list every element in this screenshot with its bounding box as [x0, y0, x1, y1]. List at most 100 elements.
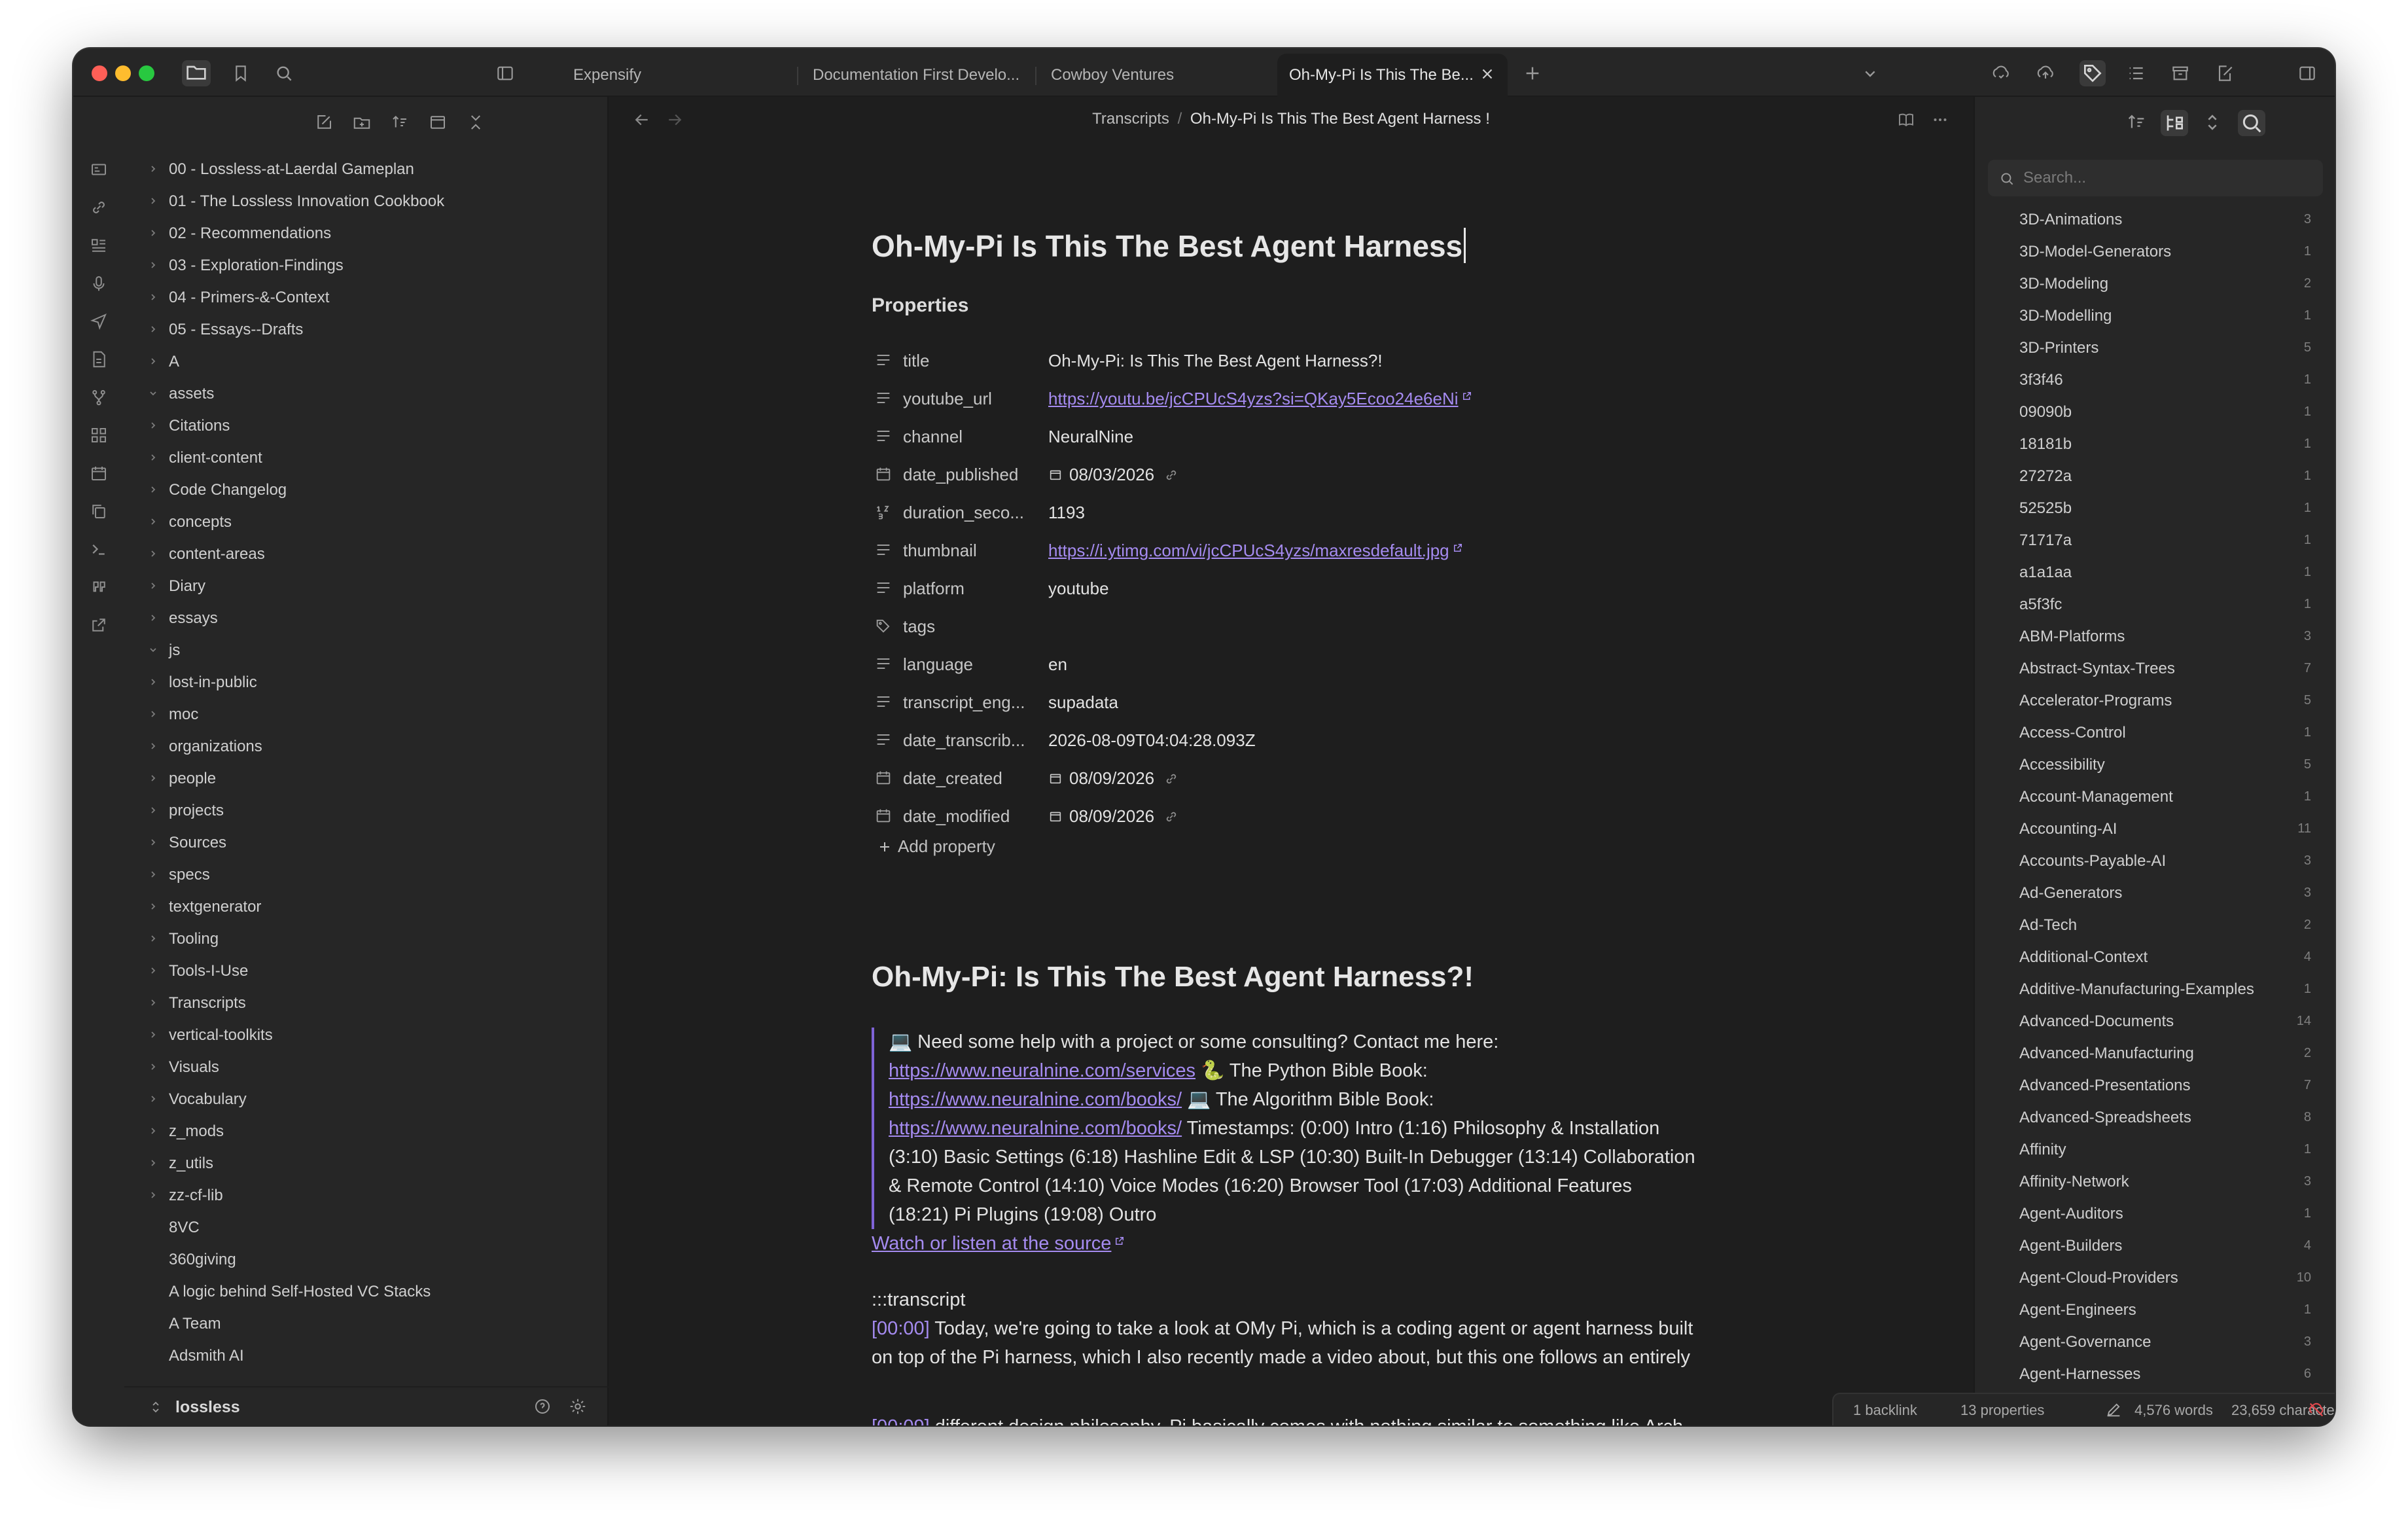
folder-item[interactable]: z_utils: [124, 1147, 609, 1179]
folder-item[interactable]: concepts: [124, 506, 609, 538]
property-value[interactable]: 1193: [1048, 503, 1085, 523]
chevron-right-icon[interactable]: [148, 1062, 158, 1072]
daily-note-link-icon[interactable]: [1163, 467, 1179, 483]
property-key[interactable]: transcript_eng...: [903, 692, 1025, 713]
chevron-right-icon[interactable]: [148, 324, 158, 334]
tag-item[interactable]: 27272a 1: [1975, 461, 2335, 493]
inline-title[interactable]: Oh-My-Pi Is This The Best Agent Harness: [872, 228, 1466, 264]
folder-item[interactable]: Vocabulary: [124, 1083, 609, 1115]
chevron-right-icon[interactable]: [148, 260, 158, 270]
folder-item[interactable]: Tools-I-Use: [124, 955, 609, 987]
tab-cowboy-ventures[interactable]: Cowboy Ventures: [1043, 54, 1266, 97]
chevron-right-icon[interactable]: [148, 228, 158, 238]
chevron-down-icon[interactable]: [148, 388, 158, 399]
tag-item[interactable]: Advanced-Documents 14: [1975, 1006, 2335, 1038]
folder-item[interactable]: people: [124, 762, 609, 795]
tag-item[interactable]: Advanced-Manufacturing 2: [1975, 1038, 2335, 1070]
tag-item[interactable]: Abstract-Syntax-Trees 7: [1975, 653, 2335, 685]
calendar-icon[interactable]: [89, 463, 109, 483]
tag-item[interactable]: Accounts-Payable-AI 3: [1975, 846, 2335, 878]
new-note-icon[interactable]: [314, 113, 334, 132]
tag-item[interactable]: Ad-Generators 3: [1975, 878, 2335, 910]
property-key[interactable]: youtube_url: [903, 389, 992, 409]
property-value[interactable]: NeuralNine: [1048, 427, 1133, 447]
edit-mode-icon[interactable]: [2104, 1401, 2123, 1419]
property-value[interactable]: 08/09/2026: [1048, 806, 1179, 827]
folder-item[interactable]: moc: [124, 698, 609, 730]
timestamp[interactable]: [00:00]: [872, 1318, 930, 1339]
property-link[interactable]: https://i.ytimg.com/vi/jcCPUcS4yzs/maxre…: [1048, 541, 1449, 560]
property-value[interactable]: 2026-08-09T04:04:28.093Z: [1048, 730, 1256, 751]
chevron-right-icon[interactable]: [148, 1094, 158, 1104]
date-picker-icon[interactable]: [1048, 771, 1063, 785]
folder-item[interactable]: Tooling: [124, 923, 609, 955]
collapse-all-icon[interactable]: [466, 113, 486, 132]
tag-item[interactable]: ABM-Platforms 3: [1975, 621, 2335, 653]
chevron-right-icon[interactable]: [148, 548, 158, 559]
property-key[interactable]: date_published: [903, 465, 1018, 485]
tag-item[interactable]: a1a1aa 1: [1975, 557, 2335, 589]
toggle-left-sidebar-icon[interactable]: [495, 63, 516, 84]
folder-item[interactable]: Visuals: [124, 1051, 609, 1083]
folder-item[interactable]: client-content: [124, 442, 609, 474]
folder-item[interactable]: projects: [124, 795, 609, 827]
chevron-right-icon[interactable]: [148, 164, 158, 174]
tag-item[interactable]: 71717a 1: [1975, 525, 2335, 557]
property-value[interactable]: https://i.ytimg.com/vi/jcCPUcS4yzs/maxre…: [1048, 541, 1464, 561]
reading-mode-icon[interactable]: [1896, 110, 1916, 130]
tag-item[interactable]: 3f3f46 1: [1975, 365, 2335, 397]
folder-item[interactable]: Diary: [124, 570, 609, 602]
terminal-icon[interactable]: [89, 539, 109, 559]
folder-item[interactable]: 04 - Primers-&-Context: [124, 281, 609, 313]
template-icon[interactable]: [89, 349, 109, 369]
tag-item[interactable]: 09090b 1: [1975, 397, 2335, 429]
tag-item[interactable]: 3D-Modeling 2: [1975, 268, 2335, 300]
date-picker-icon[interactable]: [1048, 467, 1063, 482]
file-item[interactable]: 360giving: [124, 1244, 609, 1276]
properties-heading[interactable]: Properties: [872, 295, 968, 317]
breadcrumb-current[interactable]: Oh-My-Pi Is This The Best Agent Harness …: [1190, 110, 1490, 128]
folder-item[interactable]: js: [124, 634, 609, 666]
new-tab-icon[interactable]: [1522, 63, 1543, 84]
tag-item[interactable]: 3D-Modelling 1: [1975, 300, 2335, 332]
tag-item[interactable]: Access-Control 1: [1975, 717, 2335, 749]
chevron-right-icon[interactable]: [148, 901, 158, 912]
auto-reveal-icon[interactable]: [428, 113, 448, 132]
property-key[interactable]: platform: [903, 579, 965, 599]
folder-item[interactable]: specs: [124, 859, 609, 891]
callout-link-services[interactable]: https://www.neuralnine.com/services: [889, 1060, 1195, 1081]
folder-item[interactable]: Transcripts: [124, 987, 609, 1019]
calendar-icon[interactable]: [874, 465, 893, 483]
chevron-down-icon[interactable]: [148, 645, 158, 655]
property-key[interactable]: channel: [903, 427, 963, 447]
tag-item[interactable]: Agent-Cloud-Providers 10: [1975, 1262, 2335, 1295]
tag-item[interactable]: Agent-Builders 4: [1975, 1230, 2335, 1262]
sort-icon[interactable]: [390, 113, 410, 132]
settings-gear-icon[interactable]: [568, 1397, 588, 1416]
copy-icon[interactable]: [89, 501, 109, 521]
microphone-icon[interactable]: [89, 274, 109, 293]
folder-item[interactable]: organizations: [124, 730, 609, 762]
tag-item[interactable]: Advanced-Presentations 7: [1975, 1070, 2335, 1102]
close-window-button[interactable]: [92, 65, 107, 81]
send-icon[interactable]: [89, 312, 109, 331]
tab-expensify[interactable]: Expensify: [565, 54, 788, 97]
sync-icon[interactable]: [1991, 63, 2011, 84]
chevron-right-icon[interactable]: [148, 613, 158, 623]
callout-link-books[interactable]: https://www.neuralnine.com/books/: [889, 1089, 1182, 1110]
folder-item[interactable]: A: [124, 346, 609, 378]
folder-item[interactable]: 01 - The Lossless Innovation Cookbook: [124, 185, 609, 217]
folder-item[interactable]: 00 - Lossless-at-Laerdal Gameplan: [124, 153, 609, 185]
text-lines-icon[interactable]: [874, 389, 893, 407]
callout-link-books-2[interactable]: https://www.neuralnine.com/books/: [889, 1118, 1182, 1139]
kanban-icon[interactable]: [89, 236, 109, 255]
chevron-right-icon[interactable]: [148, 741, 158, 751]
files-icon[interactable]: [182, 60, 211, 86]
chevron-right-icon[interactable]: [148, 1158, 158, 1168]
date-picker-icon[interactable]: [1048, 809, 1063, 823]
folder-item[interactable]: lost-in-public: [124, 666, 609, 698]
text-lines-icon[interactable]: [874, 692, 893, 711]
text-lines-icon[interactable]: [874, 579, 893, 597]
tag-item[interactable]: Account-Management 1: [1975, 781, 2335, 814]
tag-item[interactable]: 18181b 1: [1975, 429, 2335, 461]
